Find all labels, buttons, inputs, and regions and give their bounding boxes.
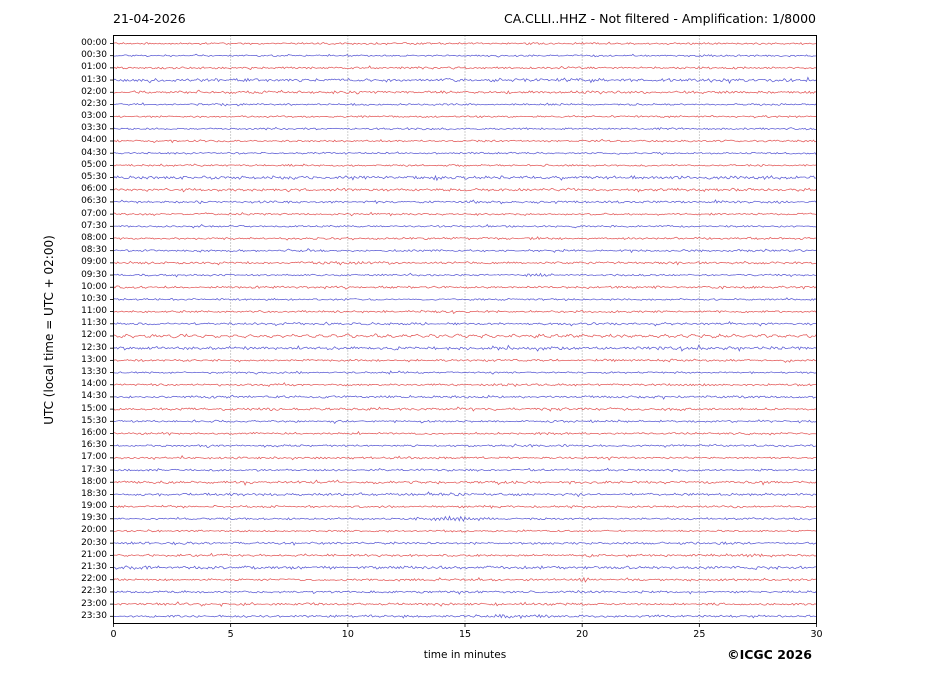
trace-row-14:00	[113, 382, 817, 387]
y-tick-label: 03:30	[81, 123, 107, 134]
y-tick-label: 15:30	[81, 415, 107, 426]
y-tick-label: 12:00	[81, 330, 107, 341]
y-tick-label: 08:30	[81, 245, 107, 256]
y-tick-label: 06:30	[81, 196, 107, 207]
trace-row-22:00	[113, 576, 817, 583]
x-axis-label: time in minutes	[423, 649, 507, 661]
trace-row-05:00	[113, 163, 817, 167]
y-tick-label: 20:30	[81, 537, 107, 548]
y-tick-label: 22:30	[81, 586, 107, 597]
x-tick-label: 5	[227, 629, 234, 640]
y-tick-label: 09:30	[81, 269, 107, 280]
trace-row-13:30	[113, 370, 817, 375]
trace-row-21:30	[113, 565, 817, 571]
y-tick-label: 14:30	[81, 391, 107, 402]
trace-row-00:00	[113, 41, 817, 46]
x-tick-label: 30	[810, 629, 823, 640]
y-tick-label: 19:00	[81, 501, 107, 512]
trace-row-18:30	[113, 491, 817, 498]
y-tick-label: 10:00	[81, 281, 107, 292]
y-tick-label: 22:00	[81, 574, 107, 585]
x-tick-label: 25	[693, 629, 706, 640]
plot-svg	[110, 35, 817, 627]
y-tick-label: 20:00	[81, 525, 107, 536]
helicorder-page: 21-04-2026 CA.CLLI..HHZ - Not filtered -…	[0, 0, 927, 696]
y-tick-label: 16:30	[81, 440, 107, 451]
y-tick-label: 07:00	[81, 208, 107, 219]
y-tick-label: 11:00	[81, 306, 107, 317]
trace-row-17:30	[113, 467, 817, 473]
y-tick-label: 23:30	[81, 610, 107, 621]
y-tick-label: 07:30	[81, 220, 107, 231]
y-tick-label: 09:00	[81, 257, 107, 268]
y-tick-label: 04:00	[81, 135, 107, 146]
x-tick-label: 0	[110, 629, 117, 640]
y-tick-label: 01:30	[81, 74, 107, 85]
y-tick-label: 16:00	[81, 427, 107, 438]
y-tick-label: 19:30	[81, 513, 107, 524]
y-tick-label: 15:00	[81, 403, 107, 414]
y-tick-label: 18:00	[81, 476, 107, 487]
y-tick-label: 12:30	[81, 342, 107, 353]
y-tick-label: 05:00	[81, 159, 107, 170]
x-tick-label: 20	[576, 629, 589, 640]
y-tick-label: 17:00	[81, 452, 107, 463]
copyright-label: ©ICGC 2026	[727, 647, 812, 662]
y-tick-label: 17:30	[81, 464, 107, 475]
y-tick-label: 03:00	[81, 111, 107, 122]
y-tick-label: 01:00	[81, 62, 107, 73]
y-tick-label: 21:30	[81, 562, 107, 573]
y-tick-label: 11:30	[81, 318, 107, 329]
y-tick-label: 00:30	[81, 50, 107, 61]
y-tick-label: 13:00	[81, 354, 107, 365]
y-tick-label: 02:00	[81, 86, 107, 97]
y-tick-label: 04:30	[81, 147, 107, 158]
y-tick-label: 06:00	[81, 184, 107, 195]
trace-row-11:00	[113, 309, 817, 315]
y-tick-label: 05:30	[81, 172, 107, 183]
y-tick-label: 00:00	[81, 38, 107, 48]
x-tick-label: 10	[341, 629, 354, 640]
trace-row-18:00	[113, 479, 817, 486]
x-tick-label: 15	[458, 629, 472, 640]
y-tick-label: 18:30	[81, 488, 107, 499]
y-tick-label: 13:30	[81, 367, 107, 378]
trace-row-21:00	[113, 552, 817, 558]
y-tick-label: 23:00	[81, 598, 107, 609]
y-tick-label: 08:00	[81, 232, 107, 243]
y-tick-label: 02:30	[81, 98, 107, 109]
y-tick-label: 14:00	[81, 379, 107, 390]
y-tick-label: 21:00	[81, 549, 107, 560]
y-tick-label: 10:30	[81, 293, 107, 304]
